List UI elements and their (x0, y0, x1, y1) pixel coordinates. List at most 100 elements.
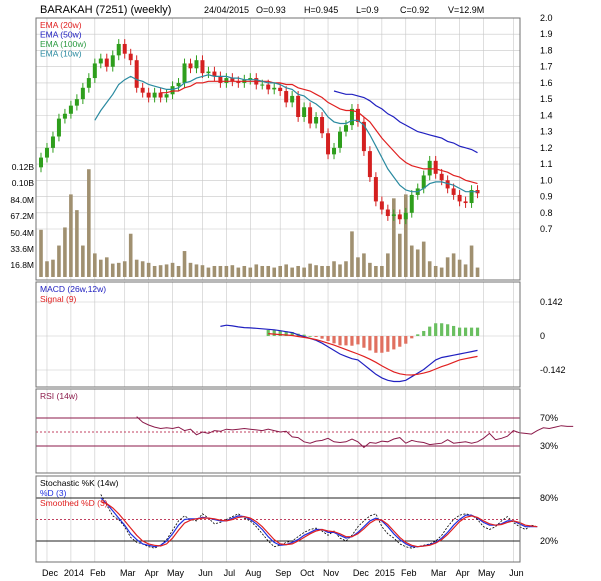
macd-hist-bar (344, 336, 348, 346)
volume-tick-label: 16.8M (10, 260, 34, 270)
volume-bar (451, 253, 456, 277)
volume-bar (128, 233, 133, 277)
macd-hist-bar (428, 326, 432, 336)
volume-value: V=12.9M (448, 5, 484, 15)
volume-bar (272, 267, 277, 277)
volume-bar (266, 265, 271, 277)
volume-bar (403, 194, 408, 277)
volume-bar (475, 267, 480, 277)
volume-bar (99, 259, 103, 277)
price-legend-entry: EMA (50w) (40, 30, 82, 40)
macd-tick-label: 0 (540, 331, 545, 341)
x-tick-label: Sep (275, 568, 291, 578)
price-tick-label: 1.4 (540, 110, 553, 120)
x-tick-label: Nov (323, 568, 340, 578)
macd-legend-entry: MACD (26w,12w) (40, 284, 106, 294)
macd-hist-bar (410, 336, 414, 339)
volume-bar (386, 253, 390, 277)
volume-bar (158, 265, 163, 277)
volume-bar (433, 265, 438, 277)
volume-bar (398, 233, 402, 277)
x-tick-label: May (167, 568, 185, 578)
volume-bar (51, 259, 55, 277)
volume-bar (75, 210, 79, 277)
macd-hist-bar (266, 329, 270, 336)
macd-hist-bar (374, 336, 378, 353)
volume-bar (344, 261, 348, 277)
volume-tick-label: 33.6M (10, 244, 34, 254)
price-tick-label: 1.2 (540, 143, 553, 153)
volume-bar (206, 267, 211, 277)
volume-bar (457, 259, 462, 277)
volume-bar (445, 257, 450, 277)
volume-bar (290, 267, 294, 277)
volume-bar (374, 265, 378, 277)
volume-bar (176, 265, 181, 277)
macd-hist-bar (386, 336, 390, 352)
volume-bar (409, 245, 414, 277)
volume-bar (421, 241, 426, 277)
stoch-k-legend-entry: Stochastic %K (14w) (40, 478, 119, 488)
chart-header: BARAKAH (7251) (weekly) 24/04/2015 O=0.9… (40, 4, 484, 16)
close-value: C=0.92 (400, 5, 429, 15)
x-tick-label: Aug (245, 568, 261, 578)
chart-title: BARAKAH (7251) (weekly) (40, 4, 171, 16)
volume-tick-label: 0.10B (12, 178, 35, 188)
volume-bar (338, 264, 342, 277)
volume-bar (39, 229, 43, 277)
volume-bar (212, 265, 217, 277)
volume-bar (194, 264, 199, 277)
price-legend-entry: EMA (20w) (40, 20, 82, 30)
x-tick-label: Jul (224, 568, 236, 578)
volume-bar (314, 265, 318, 277)
volume-tick-label: 0.12B (12, 162, 35, 172)
volume-bar (69, 194, 73, 277)
volume-bar (469, 245, 474, 277)
macd-hist-bar (398, 336, 402, 347)
volume-bar (146, 262, 151, 277)
candle (373, 172, 378, 207)
x-tick-label: Apr (145, 568, 159, 578)
volume-bar (63, 227, 67, 277)
low-value: L=0.9 (356, 5, 379, 15)
x-tick-label: Oct (300, 568, 315, 578)
rsi-tick-label: 70% (540, 413, 558, 423)
macd-hist-bar (440, 323, 444, 336)
macd-hist-bar (350, 336, 354, 346)
volume-bar (260, 265, 265, 277)
volume-bar (362, 253, 366, 277)
macd-hist-bar (463, 327, 468, 336)
volume-bar (320, 265, 324, 277)
volume-bar (332, 261, 336, 277)
price-tick-label: 2.0 (540, 13, 553, 23)
x-tick-label: Dec (353, 568, 370, 578)
volume-bar (380, 265, 384, 277)
macd-hist-bar (308, 336, 312, 337)
volume-bar (350, 231, 354, 277)
volume-bar (152, 265, 157, 277)
volume-bar (242, 265, 247, 277)
volume-bar (122, 261, 127, 277)
volume-bar (218, 265, 223, 277)
volume-bar (368, 262, 372, 277)
volume-bar (356, 257, 360, 277)
volume-bar (188, 262, 193, 277)
price-tick-label: 1.9 (540, 29, 553, 39)
macd-tick-label: 0.142 (540, 297, 563, 307)
volume-bar (93, 253, 97, 277)
stoch-tick-label: 20% (540, 536, 558, 546)
macd-hist-bar (314, 336, 318, 338)
volume-bar (463, 264, 468, 277)
volume-bar (326, 265, 330, 277)
macd-hist-bar (458, 327, 462, 336)
macd-hist-bar (392, 336, 396, 350)
volume-bar (182, 251, 187, 277)
open-value: O=0.93 (256, 5, 286, 15)
macd-hist-bar (320, 336, 324, 339)
x-tick-label: Jun (198, 568, 213, 578)
price-tick-label: 1.8 (540, 45, 553, 55)
x-tick-label: Mar (431, 568, 447, 578)
volume-bar (254, 264, 259, 277)
macd-hist-bar (475, 327, 480, 336)
stoch-tick-label: 80% (540, 493, 558, 503)
